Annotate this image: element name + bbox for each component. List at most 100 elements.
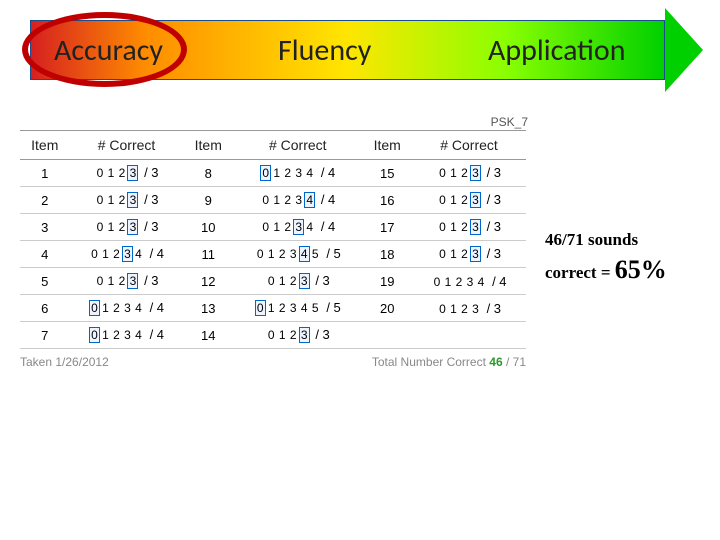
score-digit[interactable]: 0 (260, 220, 271, 234)
score-digit[interactable]: 1 (105, 220, 116, 234)
score-digit[interactable]: 2 (288, 274, 299, 288)
score-digit[interactable]: 1 (271, 166, 282, 180)
score-digit[interactable]: 0 (266, 274, 277, 288)
score-digit[interactable]: 3 (288, 247, 299, 261)
score-digit[interactable]: 4 (475, 275, 486, 289)
score-digit[interactable]: 0 (94, 274, 105, 288)
score-digit[interactable]: 4 (133, 328, 144, 342)
score-digit[interactable]: 1 (266, 301, 277, 315)
score-digit[interactable]: 2 (282, 166, 293, 180)
score-digits: 01234 (89, 327, 144, 342)
score-digit[interactable]: 0 (94, 166, 105, 180)
score-digit[interactable]: 3 (470, 165, 481, 181)
score-digit[interactable]: 3 (127, 273, 138, 289)
score-digit[interactable]: 2 (277, 247, 288, 261)
score-digit[interactable]: 4 (304, 166, 315, 180)
score-digit[interactable]: 2 (116, 166, 127, 180)
score-digit[interactable]: 0 (431, 275, 442, 289)
score-digit[interactable]: 3 (122, 328, 133, 342)
score-digit[interactable]: 3 (127, 165, 138, 181)
score-digit[interactable]: 0 (260, 193, 271, 207)
score-digit[interactable]: 1 (442, 275, 453, 289)
score-digit[interactable]: 1 (105, 166, 116, 180)
score-digit[interactable]: 2 (282, 193, 293, 207)
score-digit[interactable]: 0 (437, 302, 448, 316)
score-digit[interactable]: 2 (277, 301, 288, 315)
score-digit[interactable]: 2 (288, 328, 299, 342)
score-digit[interactable]: 4 (133, 247, 144, 261)
score-digit[interactable]: 0 (89, 247, 100, 261)
score-digit[interactable]: 0 (255, 300, 266, 316)
score-digit[interactable]: 3 (288, 301, 299, 315)
score-max: / 5 (321, 246, 341, 261)
score-digit[interactable]: 4 (299, 246, 310, 262)
score-digit[interactable]: 1 (100, 328, 111, 342)
score-max: / 3 (481, 192, 501, 207)
score-digit[interactable]: 5 (310, 301, 321, 315)
score-digit[interactable]: 0 (437, 220, 448, 234)
score-digit[interactable]: 3 (122, 301, 133, 315)
score-digit[interactable]: 1 (271, 193, 282, 207)
score-digit[interactable]: 3 (470, 302, 481, 316)
score-digit[interactable]: 3 (299, 327, 310, 343)
score-digit[interactable]: 2 (459, 247, 470, 261)
score-digit[interactable]: 0 (266, 328, 277, 342)
score-digit[interactable]: 4 (304, 192, 315, 208)
score-digits: 01234 (89, 246, 144, 261)
score-digit[interactable]: 2 (116, 220, 127, 234)
score-digit[interactable]: 2 (459, 193, 470, 207)
score-digit[interactable]: 0 (89, 300, 100, 316)
score-digit[interactable]: 1 (448, 166, 459, 180)
score-digit[interactable]: 3 (127, 192, 138, 208)
score-digit[interactable]: 4 (133, 301, 144, 315)
score-digit[interactable]: 1 (448, 302, 459, 316)
score-digit[interactable]: 1 (100, 247, 111, 261)
score-digit[interactable]: 2 (459, 302, 470, 316)
score-digit[interactable]: 2 (111, 301, 122, 315)
score-digit[interactable]: 3 (299, 273, 310, 289)
score-digit[interactable]: 2 (116, 274, 127, 288)
score-digits: 01234 (431, 274, 486, 289)
item-score-cell: 01234 / 4 (70, 241, 184, 268)
score-digit[interactable]: 1 (448, 193, 459, 207)
score-digit[interactable]: 2 (453, 275, 464, 289)
score-digit[interactable]: 0 (94, 193, 105, 207)
score-digit[interactable]: 1 (100, 301, 111, 315)
score-digit[interactable]: 2 (282, 220, 293, 234)
score-max: / 4 (486, 274, 506, 289)
score-digit[interactable]: 2 (459, 166, 470, 180)
score-digit[interactable]: 3 (470, 192, 481, 208)
score-digit[interactable]: 3 (464, 275, 475, 289)
score-digit[interactable]: 0 (94, 220, 105, 234)
score-digit[interactable]: 2 (459, 220, 470, 234)
score-digit[interactable]: 1 (277, 328, 288, 342)
score-digit[interactable]: 0 (89, 327, 100, 343)
item-score-cell: 0123 / 3 (412, 160, 526, 187)
score-digit[interactable]: 0 (260, 165, 271, 181)
score-digit[interactable]: 4 (299, 301, 310, 315)
score-digit[interactable]: 1 (448, 220, 459, 234)
score-digit[interactable]: 0 (437, 193, 448, 207)
score-digit[interactable]: 0 (437, 166, 448, 180)
score-digit[interactable]: 1 (105, 193, 116, 207)
score-digit[interactable]: 4 (304, 220, 315, 234)
score-digit[interactable]: 1 (105, 274, 116, 288)
score-digit[interactable]: 1 (266, 247, 277, 261)
score-digit[interactable]: 3 (122, 246, 133, 262)
score-digit[interactable]: 3 (293, 193, 304, 207)
score-digit[interactable]: 2 (116, 193, 127, 207)
score-digit[interactable]: 0 (255, 247, 266, 261)
score-digit[interactable]: 5 (310, 247, 321, 261)
score-digit[interactable]: 1 (448, 247, 459, 261)
score-digit[interactable]: 1 (271, 220, 282, 234)
score-digit[interactable]: 3 (293, 166, 304, 180)
score-digit[interactable]: 3 (293, 219, 304, 235)
score-digit[interactable]: 2 (111, 247, 122, 261)
item-number: 17 (362, 214, 412, 241)
score-digit[interactable]: 3 (470, 246, 481, 262)
score-digit[interactable]: 3 (470, 219, 481, 235)
score-digit[interactable]: 3 (127, 219, 138, 235)
score-digit[interactable]: 0 (437, 247, 448, 261)
score-digit[interactable]: 1 (277, 274, 288, 288)
score-digit[interactable]: 2 (111, 328, 122, 342)
